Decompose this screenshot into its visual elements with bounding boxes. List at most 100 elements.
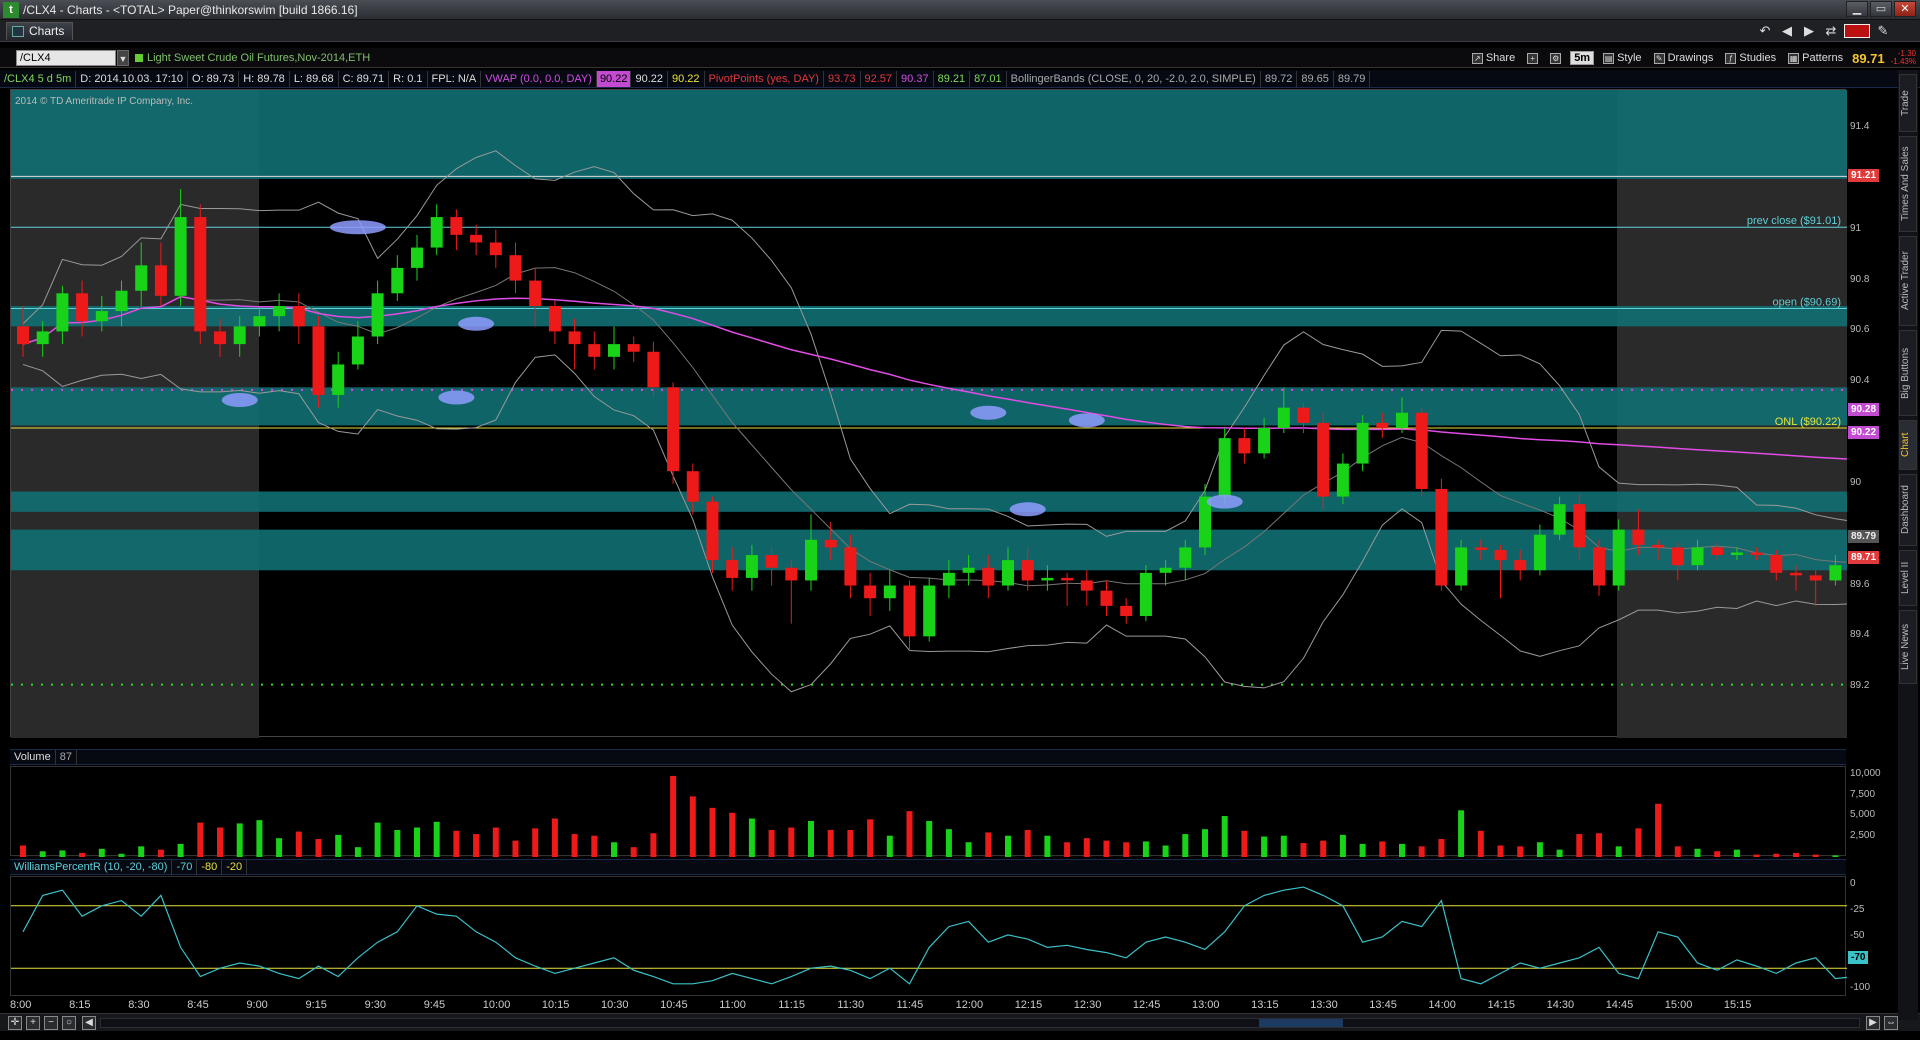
candle: [1356, 422, 1369, 464]
volume-bar: [670, 775, 677, 857]
volume-bar: [335, 834, 342, 857]
volume-label[interactable]: Volume: [10, 749, 56, 765]
right-tab-big-buttons[interactable]: Big Buttons: [1899, 330, 1917, 416]
symbol-input[interactable]: [16, 50, 116, 66]
studies-button[interactable]: ƒ Studies: [1722, 52, 1779, 64]
symbol-description: Light Sweet Crude Oil Futures,Nov-2014,E…: [135, 52, 370, 64]
volume-bar: [1477, 830, 1484, 857]
williams-chart-svg[interactable]: [11, 877, 1915, 997]
pivot-value-4: 89.21: [934, 70, 971, 87]
price-label-bb_upper: 89.79: [1848, 530, 1880, 544]
expand-icon[interactable]: ⇔: [1884, 1016, 1898, 1030]
price-label-last: 89.71: [1848, 550, 1880, 564]
highlight-ellipse: [329, 220, 386, 235]
volume-bar: [1300, 843, 1307, 857]
vwap-label[interactable]: VWAP (0.0, 0.0, DAY): [481, 70, 597, 87]
zoom-out-icon[interactable]: −: [44, 1016, 58, 1030]
crosshair-tool-icon[interactable]: ✛: [8, 1016, 22, 1030]
close-button[interactable]: ✕: [1894, 1, 1916, 17]
symbol-dropdown-icon[interactable]: ▼: [117, 50, 129, 66]
scroll-thumb[interactable]: [1259, 1019, 1343, 1027]
candle: [1711, 547, 1724, 556]
settings-button[interactable]: ⚙: [1547, 52, 1564, 64]
time-tick: 14:15: [1487, 999, 1516, 1011]
volume-bar: [1812, 854, 1819, 857]
volume-bar: [1596, 833, 1602, 857]
minimize-button[interactable]: ▁: [1846, 1, 1868, 17]
price-chart-panel[interactable]: 2014 © TD Ameritrade IP Company, Inc. pre…: [10, 89, 1862, 738]
undo-icon[interactable]: ↶: [1756, 22, 1774, 39]
style-button[interactable]: ▤ Style: [1600, 52, 1644, 64]
crosshair-button[interactable]: +: [1524, 52, 1541, 64]
volume-bar: [197, 822, 204, 857]
volume-bar: [217, 827, 223, 857]
highlight-ellipse: [458, 316, 495, 331]
link-color-icon[interactable]: [135, 54, 143, 62]
pencil-icon[interactable]: ✎: [1874, 22, 1892, 39]
volume-bar: [157, 849, 164, 857]
time-tick: 14:45: [1605, 999, 1634, 1011]
pivot-label[interactable]: PivotPoints (yes, DAY): [705, 70, 824, 87]
price-change: -1.30 -1.43%: [1890, 49, 1916, 66]
share-button[interactable]: ↗ Share: [1469, 52, 1518, 64]
highlight-ellipse: [438, 390, 475, 405]
aggregation-button[interactable]: 5m: [1570, 51, 1595, 65]
link-icon[interactable]: ⇄: [1822, 22, 1840, 39]
right-tab-dashboard[interactable]: Dashboard: [1899, 474, 1917, 546]
bollinger-label[interactable]: BollingerBands (CLOSE, 0, 20, -2.0, 2.0,…: [1007, 70, 1261, 87]
candle: [194, 217, 207, 332]
style-icon: ▤: [1603, 52, 1615, 64]
right-tab-trade[interactable]: Trade: [1899, 74, 1917, 132]
back-arrow-icon[interactable]: ◀: [1778, 22, 1796, 39]
maximize-button[interactable]: ▭: [1870, 1, 1892, 17]
zoom-in-icon[interactable]: +: [26, 1016, 40, 1030]
price-chart-svg[interactable]: 2014 © TD Ameritrade IP Company, Inc. pre…: [11, 90, 1862, 738]
volume-bar: [1103, 840, 1110, 857]
volume-bar: [453, 830, 460, 857]
right-tab-live-news[interactable]: Live News: [1899, 610, 1917, 684]
volume-bar: [512, 840, 519, 857]
volume-bar: [1005, 835, 1011, 857]
forward-arrow-icon[interactable]: ▶: [1800, 22, 1818, 39]
volume-tick: 7,500: [1850, 788, 1876, 800]
bollinger-value-2: 89.65: [1297, 70, 1334, 87]
volume-chart-svg[interactable]: [11, 767, 1878, 857]
right-tab-level-ii[interactable]: Level II: [1899, 550, 1917, 606]
tab-charts[interactable]: Charts: [6, 22, 74, 40]
time-tick: 8:30: [128, 999, 150, 1011]
candle: [1494, 549, 1507, 561]
williams-panel[interactable]: [10, 876, 1915, 997]
candle: [233, 326, 246, 345]
williams-label[interactable]: WilliamsPercentR (10, -20, -80): [10, 859, 173, 875]
volume-bar: [847, 829, 854, 857]
magnifier-icon[interactable]: ○: [62, 1016, 76, 1030]
candle: [1573, 504, 1586, 548]
symbol-period: /CLX4 5 d 5m: [0, 70, 77, 87]
highlight-ellipse: [1009, 502, 1046, 517]
drawings-button[interactable]: ✎ Drawings: [1651, 52, 1717, 64]
volume-bar: [1674, 846, 1681, 857]
candle: [1100, 590, 1113, 606]
scroll-right-icon[interactable]: ▶: [1866, 1016, 1880, 1030]
highlight-ellipse: [1206, 494, 1243, 509]
volume-bar: [630, 847, 637, 857]
candle: [1002, 560, 1014, 586]
candle: [1809, 575, 1822, 581]
app-logo-icon: t: [3, 1, 19, 18]
right-tab-times-and-sales[interactable]: Times And Sales: [1899, 136, 1917, 232]
williams-tick: -100: [1850, 982, 1871, 993]
scroll-left-icon[interactable]: ◀: [82, 1016, 96, 1030]
volume-panel[interactable]: [10, 766, 1878, 857]
right-tab-active-trader[interactable]: Active Trader: [1899, 236, 1917, 326]
time-tick: 14:30: [1546, 999, 1575, 1011]
grid-layout-icon[interactable]: [1844, 24, 1870, 38]
volume-bar: [1142, 841, 1149, 857]
candle: [292, 306, 305, 327]
watermark-text: 2014 © TD Ameritrade IP Company, Inc.: [15, 96, 193, 107]
patterns-button[interactable]: ▦ Patterns: [1785, 52, 1846, 64]
williams-value-2: -80: [197, 859, 223, 875]
right-tab-chart[interactable]: Chart: [1899, 420, 1917, 470]
price-zone-4: [11, 529, 1847, 571]
horizontal-scrollbar[interactable]: [100, 1018, 1860, 1028]
window-title: /CLX4 - Charts - <TOTAL> Paper@thinkorsw…: [23, 2, 358, 17]
